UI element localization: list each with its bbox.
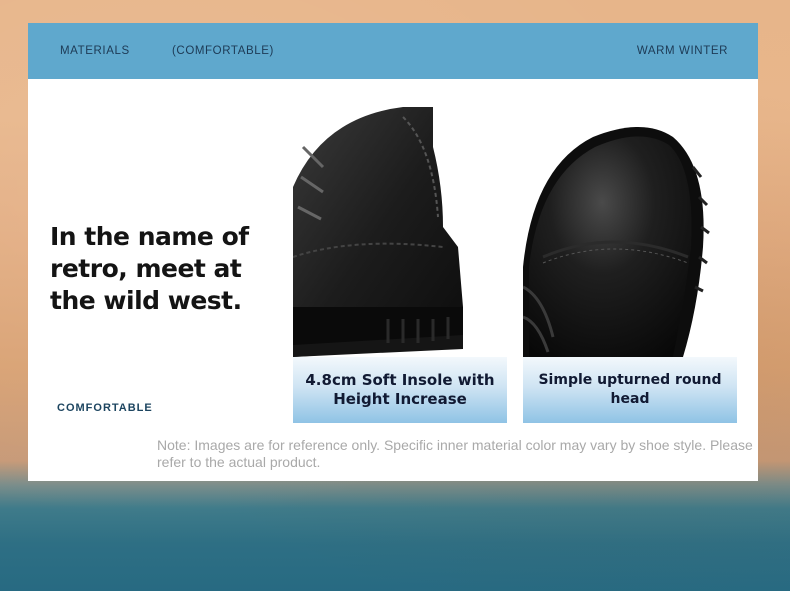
product-card: MATERIALS (COMFORTABLE) WARM WINTER In t… <box>28 23 758 481</box>
headline: In the name of retro, meet at the wild w… <box>50 222 249 315</box>
comfortable-tag: COMFORTABLE <box>57 402 153 414</box>
header-materials: MATERIALS <box>60 45 130 57</box>
boot-toe-photo <box>523 107 737 357</box>
disclaimer-note: Note: Images are for reference only. Spe… <box>157 437 753 470</box>
caption-insole: 4.8cm Soft Insole with Height Increase <box>293 357 507 423</box>
header-comfortable: (COMFORTABLE) <box>172 45 274 57</box>
caption-round-head-text: Simple upturned round head <box>538 372 722 407</box>
boot-toe-icon <box>523 127 710 357</box>
header-warm-winter: WARM WINTER <box>636 45 728 57</box>
caption-insole-text: 4.8cm Soft Insole with Height Increase <box>305 371 495 408</box>
boot-heel-photo <box>293 107 507 357</box>
caption-round-head: Simple upturned round head <box>523 357 737 423</box>
boot-heel-icon <box>293 107 463 357</box>
header-bar: MATERIALS (COMFORTABLE) WARM WINTER <box>28 23 758 79</box>
